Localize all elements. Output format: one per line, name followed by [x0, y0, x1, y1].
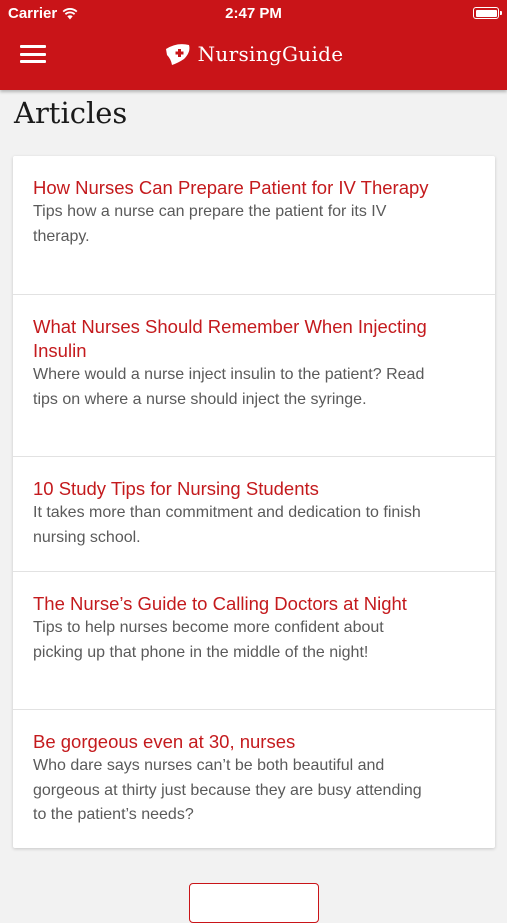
- article-title[interactable]: 10 Study Tips for Nursing Students: [33, 477, 435, 501]
- article-description: It takes more than commitment and dedica…: [33, 504, 421, 546]
- article-list: How Nurses Can Prepare Patient for IV Th…: [13, 156, 495, 848]
- app-name: NursingGuide: [197, 42, 344, 66]
- article-card[interactable]: How Nurses Can Prepare Patient for IV Th…: [13, 156, 495, 294]
- article-card[interactable]: 10 Study Tips for Nursing Students It ta…: [13, 456, 495, 571]
- page-title: Articles: [14, 96, 128, 130]
- battery-icon: [473, 7, 502, 19]
- app-brand: NursingGuide: [0, 42, 507, 66]
- load-more-button[interactable]: [189, 883, 319, 923]
- status-time: 2:47 PM: [225, 5, 282, 22]
- article-card[interactable]: Be gorgeous even at 30, nurses Who dare …: [13, 709, 495, 848]
- app-header: Carrier 2:47 PM NursingGuide: [0, 0, 507, 90]
- article-card[interactable]: What Nurses Should Remember When Injecti…: [13, 294, 495, 456]
- article-description: Who dare says nurses can’t be both beaut…: [33, 757, 422, 823]
- nurse-cap-icon: [165, 44, 190, 65]
- article-description: Tips to help nurses become more confiden…: [33, 619, 384, 661]
- article-title[interactable]: Be gorgeous even at 30, nurses: [33, 730, 435, 754]
- article-description: Tips how a nurse can prepare the patient…: [33, 203, 387, 245]
- article-description: Where would a nurse inject insulin to th…: [33, 366, 425, 408]
- article-title[interactable]: The Nurse’s Guide to Calling Doctors at …: [33, 592, 435, 616]
- article-title[interactable]: What Nurses Should Remember When Injecti…: [33, 315, 435, 363]
- status-bar: Carrier 2:47 PM: [0, 0, 507, 28]
- article-title[interactable]: How Nurses Can Prepare Patient for IV Th…: [33, 176, 435, 200]
- nav-bar: NursingGuide: [0, 28, 507, 90]
- article-card[interactable]: The Nurse’s Guide to Calling Doctors at …: [13, 571, 495, 709]
